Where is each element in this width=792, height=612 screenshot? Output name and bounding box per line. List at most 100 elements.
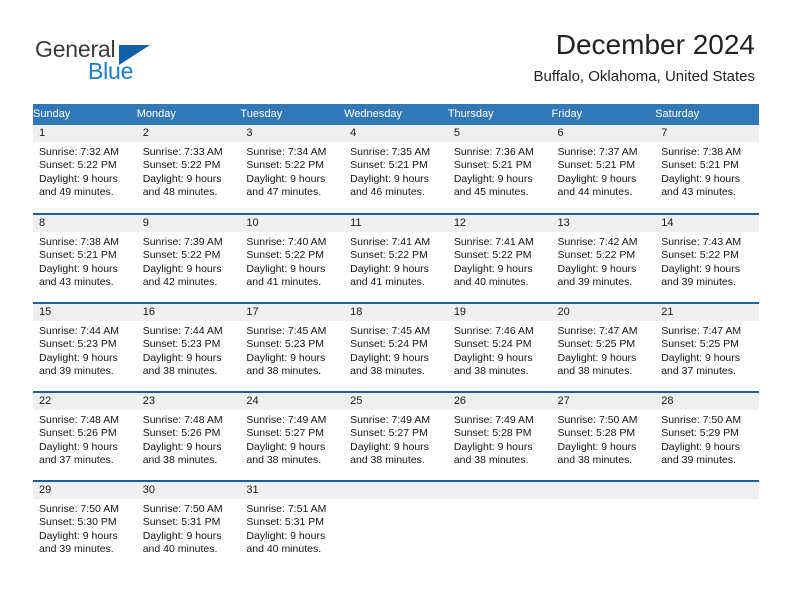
daylight-text-line2: and 39 minutes. xyxy=(557,276,633,289)
sunrise-text: Sunrise: 7:40 AM xyxy=(246,236,327,248)
sunrise-text: Sunrise: 7:46 AM xyxy=(453,325,534,337)
day-cell[interactable]: 26 Sunrise: 7:49 AM Sunset: 5:28 PM Dayligh… xyxy=(447,391,552,481)
weekday-header-wednesday: Wednesday xyxy=(344,104,448,125)
day-cell[interactable]: 19 Sunrise: 7:46 AM Sunset: 5:24 PM Dayligh… xyxy=(447,302,552,392)
daylight-text-line1: Daylight: 9 hours xyxy=(39,529,118,542)
day-cell[interactable]: 16 Sunrise: 7:44 AM Sunset: 5:23 PM Dayligh… xyxy=(136,302,241,392)
sunrise-text: Sunrise: 7:49 AM xyxy=(453,414,534,426)
title-block: December 2024 Buffalo, Oklahoma, United … xyxy=(533,28,755,87)
day-details: Sunrise: 7:37 AM Sunset: 5:21 PM Daylight:… xyxy=(552,142,656,200)
daylight-text-line1: Daylight: 9 hours xyxy=(453,351,533,364)
day-cell[interactable]: 13 Sunrise: 7:42 AM Sunset: 5:22 PM Dayligh… xyxy=(551,213,656,303)
weekday-header-thursday: Thursday xyxy=(447,104,552,125)
day-number: 29 xyxy=(33,482,137,499)
sunset-text: Sunset: 5:24 PM xyxy=(350,338,428,351)
sunset-text: Sunset: 5:25 PM xyxy=(557,338,636,351)
sunset-text: Sunset: 5:21 PM xyxy=(350,159,428,172)
calendar-page: General Blue December 2024 Buffalo, Okla… xyxy=(0,0,792,612)
day-cell[interactable]: 5 Sunrise: 7:36 AM Sunset: 5:21 PM Daylight… xyxy=(447,125,552,214)
daylight-text-line1: Daylight: 9 hours xyxy=(557,440,637,453)
day-number: 18 xyxy=(344,304,448,321)
daylight-text-line1: Daylight: 9 hours xyxy=(246,529,326,542)
day-cell[interactable]: 31 Sunrise: 7:51 AM Sunset: 5:31 PM Dayligh… xyxy=(240,480,345,570)
day-cell[interactable]: 29 Sunrise: 7:50 AM Sunset: 5:30 PM Dayligh… xyxy=(33,480,137,570)
day-cell-empty xyxy=(551,480,656,570)
sunset-text: Sunset: 5:27 PM xyxy=(246,427,325,440)
daylight-text-line2: and 38 minutes. xyxy=(246,454,322,467)
sunrise-text: Sunrise: 7:43 AM xyxy=(661,236,742,248)
day-cell[interactable]: 18 Sunrise: 7:45 AM Sunset: 5:24 PM Dayligh… xyxy=(344,302,448,392)
day-cell[interactable]: 22 Sunrise: 7:48 AM Sunset: 5:26 PM Dayligh… xyxy=(33,391,137,481)
day-number: 4 xyxy=(344,125,448,142)
day-number: 27 xyxy=(551,393,656,410)
sunrise-text: Sunrise: 7:35 AM xyxy=(350,146,431,158)
day-number: 6 xyxy=(551,125,656,142)
day-cell[interactable]: 3 Sunrise: 7:34 AM Sunset: 5:22 PM Daylight… xyxy=(240,125,345,214)
sunrise-text: Sunrise: 7:44 AM xyxy=(39,325,119,337)
day-cell[interactable]: 12 Sunrise: 7:41 AM Sunset: 5:22 PM Dayligh… xyxy=(447,213,552,303)
sunrise-text: Sunrise: 7:45 AM xyxy=(350,325,431,337)
day-cell[interactable]: 20 Sunrise: 7:47 AM Sunset: 5:25 PM Dayligh… xyxy=(551,302,656,392)
day-cell[interactable]: 25 Sunrise: 7:49 AM Sunset: 5:27 PM Dayligh… xyxy=(344,391,448,481)
day-cell[interactable]: 6 Sunrise: 7:37 AM Sunset: 5:21 PM Daylight… xyxy=(551,125,656,214)
day-details: Sunrise: 7:46 AM Sunset: 5:24 PM Daylight:… xyxy=(448,321,552,379)
daylight-text-line2: and 41 minutes. xyxy=(246,276,322,289)
day-cell[interactable]: 24 Sunrise: 7:49 AM Sunset: 5:27 PM Dayligh… xyxy=(240,391,345,481)
sunset-text: Sunset: 5:31 PM xyxy=(246,516,325,529)
daylight-text-line2: and 49 minutes. xyxy=(39,186,114,199)
sunset-text: Sunset: 5:22 PM xyxy=(453,249,532,262)
daylight-text-line1: Daylight: 9 hours xyxy=(557,262,637,275)
page-subtitle: Buffalo, Oklahoma, United States xyxy=(533,68,755,85)
sunrise-text: Sunrise: 7:37 AM xyxy=(557,146,638,158)
day-number: 14 xyxy=(655,215,759,232)
day-number: 2 xyxy=(136,125,241,142)
sunrise-text: Sunrise: 7:38 AM xyxy=(661,146,742,158)
day-details: Sunrise: 7:49 AM Sunset: 5:27 PM Daylight:… xyxy=(240,410,344,468)
day-cell[interactable]: 10 Sunrise: 7:40 AM Sunset: 5:22 PM Dayligh… xyxy=(240,213,345,303)
daylight-text-line2: and 47 minutes. xyxy=(246,186,322,199)
day-number: 25 xyxy=(344,393,448,410)
sunset-text: Sunset: 5:24 PM xyxy=(453,338,532,351)
day-cell[interactable]: 1 Sunrise: 7:32 AM Sunset: 5:22 PM Daylight… xyxy=(33,125,137,214)
day-cell[interactable]: 15 Sunrise: 7:44 AM Sunset: 5:23 PM Dayligh… xyxy=(33,302,137,392)
page-header: General Blue December 2024 Buffalo, Okla… xyxy=(0,0,792,104)
day-number: 7 xyxy=(655,125,759,142)
day-cell[interactable]: 21 Sunrise: 7:47 AM Sunset: 5:25 PM Dayligh… xyxy=(655,302,759,392)
day-cell[interactable]: 28 Sunrise: 7:50 AM Sunset: 5:29 PM Dayligh… xyxy=(655,391,759,481)
sunset-text: Sunset: 5:22 PM xyxy=(557,249,636,262)
daylight-text-line2: and 37 minutes. xyxy=(39,454,114,467)
day-details: Sunrise: 7:50 AM Sunset: 5:29 PM Daylight:… xyxy=(655,410,759,468)
sunset-text: Sunset: 5:23 PM xyxy=(246,338,325,351)
weekday-header-monday: Monday xyxy=(136,104,241,125)
daylight-text-line2: and 46 minutes. xyxy=(350,186,425,199)
day-number: 19 xyxy=(447,304,552,321)
day-cell[interactable]: 7 Sunrise: 7:38 AM Sunset: 5:21 PM Daylight… xyxy=(655,125,759,214)
daylight-text-line1: Daylight: 9 hours xyxy=(39,172,118,185)
daylight-text-line1: Daylight: 9 hours xyxy=(350,172,429,185)
day-cell[interactable]: 30 Sunrise: 7:50 AM Sunset: 5:31 PM Dayligh… xyxy=(136,480,241,570)
day-number: 8 xyxy=(33,215,137,232)
day-number: 28 xyxy=(655,393,759,410)
day-number: 5 xyxy=(447,125,552,142)
daylight-text-line1: Daylight: 9 hours xyxy=(661,172,741,185)
sunset-text: Sunset: 5:22 PM xyxy=(246,249,325,262)
day-cell[interactable]: 9 Sunrise: 7:39 AM Sunset: 5:22 PM Daylight… xyxy=(136,213,241,303)
day-number: 17 xyxy=(240,304,345,321)
sunrise-text: Sunrise: 7:47 AM xyxy=(557,325,638,337)
day-details: Sunrise: 7:38 AM Sunset: 5:21 PM Daylight:… xyxy=(655,142,759,200)
day-cell[interactable]: 27 Sunrise: 7:50 AM Sunset: 5:28 PM Dayligh… xyxy=(551,391,656,481)
day-cell[interactable]: 23 Sunrise: 7:48 AM Sunset: 5:26 PM Dayligh… xyxy=(136,391,241,481)
day-cell[interactable]: 4 Sunrise: 7:35 AM Sunset: 5:21 PM Daylight… xyxy=(344,125,448,214)
day-number: 15 xyxy=(33,304,137,321)
day-details: Sunrise: 7:51 AM Sunset: 5:31 PM Daylight:… xyxy=(240,499,344,557)
sunrise-text: Sunrise: 7:32 AM xyxy=(39,146,119,158)
sunrise-text: Sunrise: 7:38 AM xyxy=(39,236,119,248)
day-cell[interactable]: 11 Sunrise: 7:41 AM Sunset: 5:22 PM Dayligh… xyxy=(344,213,448,303)
day-cell[interactable]: 2 Sunrise: 7:33 AM Sunset: 5:22 PM Daylight… xyxy=(136,125,241,214)
day-cell[interactable]: 8 Sunrise: 7:38 AM Sunset: 5:21 PM Daylight… xyxy=(33,213,137,303)
sunset-text: Sunset: 5:30 PM xyxy=(39,516,117,529)
day-cell[interactable]: 17 Sunrise: 7:45 AM Sunset: 5:23 PM Dayligh… xyxy=(240,302,345,392)
sunrise-text: Sunrise: 7:49 AM xyxy=(246,414,327,426)
day-details: Sunrise: 7:45 AM Sunset: 5:23 PM Daylight:… xyxy=(240,321,344,379)
day-cell[interactable]: 14 Sunrise: 7:43 AM Sunset: 5:22 PM Dayligh… xyxy=(655,213,759,303)
